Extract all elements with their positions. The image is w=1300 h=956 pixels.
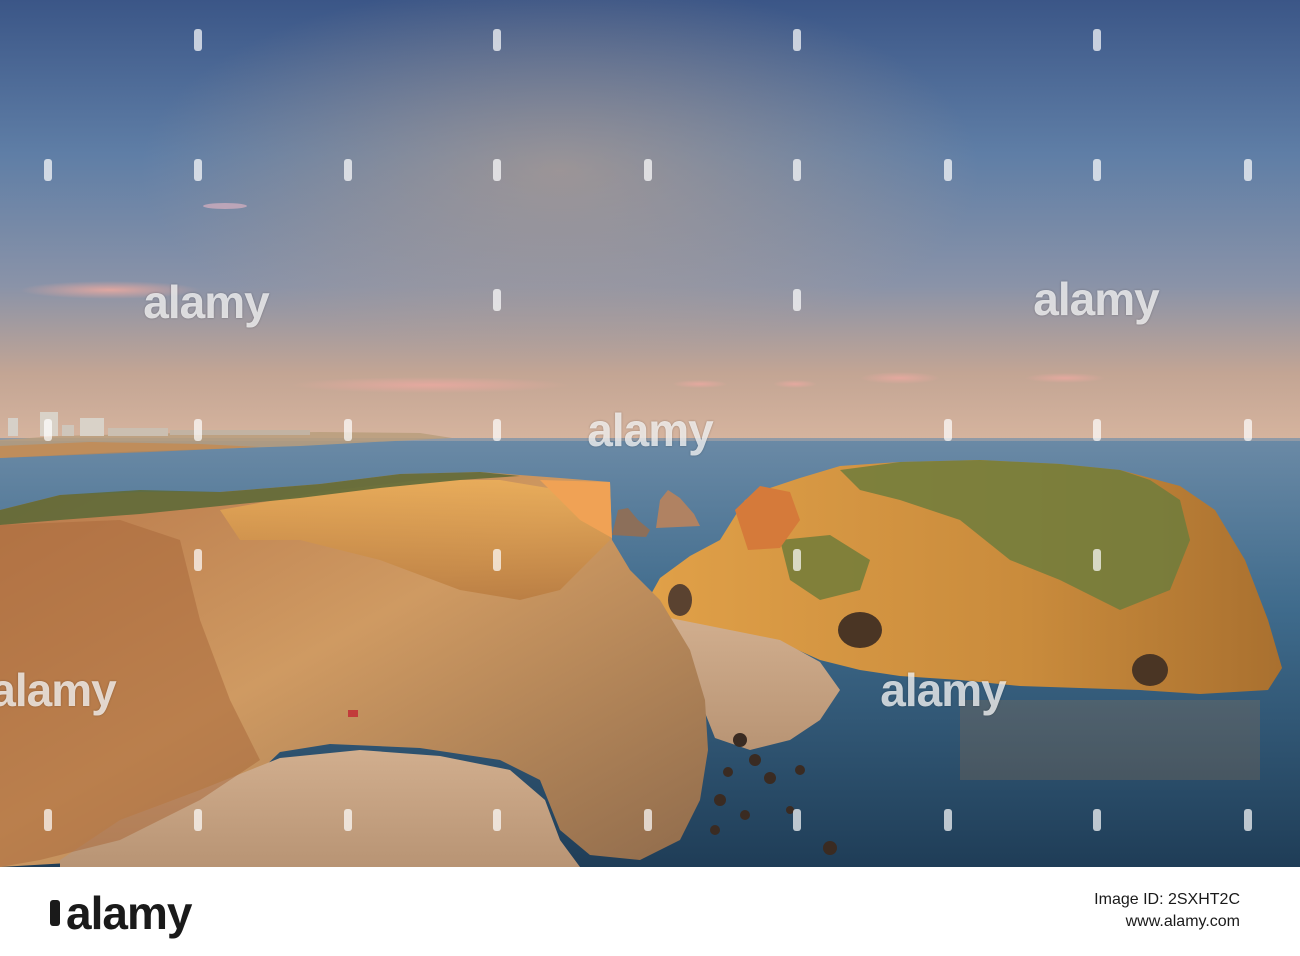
sea-cave bbox=[1132, 654, 1168, 686]
rock-arch bbox=[668, 584, 692, 616]
coastal-cliff-photo: alamy alamy alamy alamy alamy bbox=[0, 0, 1300, 867]
distant-building bbox=[8, 418, 18, 436]
warning-sign bbox=[348, 710, 358, 717]
logo-text: alamy bbox=[66, 887, 192, 939]
alamy-logo[interactable]: alamy bbox=[50, 886, 192, 940]
distant-town bbox=[108, 428, 168, 436]
stock-photo-page: alamy alamy alamy alamy alamy alamy Imag… bbox=[0, 0, 1300, 956]
image-metadata: Image ID: 2SXHT2C www.alamy.com bbox=[1094, 889, 1240, 933]
image-id: Image ID: 2SXHT2C bbox=[1094, 891, 1240, 908]
pink-cloud bbox=[290, 377, 570, 393]
distant-town bbox=[170, 430, 310, 435]
pink-cloud bbox=[860, 372, 940, 384]
pink-cloud bbox=[20, 281, 200, 299]
pink-cloud bbox=[1025, 373, 1105, 383]
distant-building bbox=[62, 425, 74, 436]
distant-building bbox=[40, 412, 58, 436]
stock-footer-bar: alamy Image ID: 2SXHT2C www.alamy.com bbox=[0, 867, 1300, 956]
site-url[interactable]: www.alamy.com bbox=[1094, 911, 1240, 933]
pink-cloud bbox=[672, 380, 728, 388]
wisp-cloud bbox=[203, 203, 247, 209]
pink-cloud bbox=[773, 380, 817, 388]
cliff-reflection bbox=[960, 700, 1260, 780]
sea-cave bbox=[838, 612, 882, 648]
logo-mark-icon bbox=[50, 900, 60, 926]
distant-building bbox=[80, 418, 104, 436]
landscape-illustration bbox=[0, 0, 1300, 867]
